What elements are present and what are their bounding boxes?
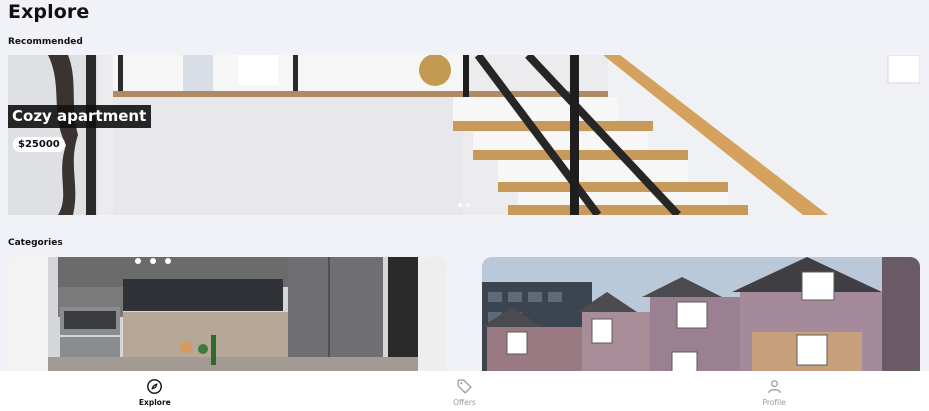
section-label-categories: Categories <box>8 238 63 248</box>
section-label-recommended: Recommended <box>8 37 83 47</box>
nav-profile[interactable]: Profile <box>714 378 834 407</box>
category-card-kitchen[interactable] <box>8 257 446 373</box>
bottom-nav: Explore Offers Profile <box>0 371 929 411</box>
listing-title: Cozy apartment <box>8 105 152 128</box>
recommended-card[interactable]: Cozy apartment $25000 <box>8 55 920 215</box>
nav-offers[interactable]: Offers <box>404 378 524 407</box>
page-title: Explore <box>8 1 90 23</box>
nav-label: Offers <box>453 398 476 407</box>
carousel-dot[interactable] <box>466 203 470 207</box>
tag-icon <box>457 379 472 394</box>
nav-label: Explore <box>138 398 171 407</box>
kitchen-photo <box>8 257 446 373</box>
townhouses-photo <box>482 257 920 373</box>
category-card-townhouses[interactable] <box>482 257 920 373</box>
nav-label: Profile <box>762 398 786 407</box>
compass-icon <box>147 379 163 394</box>
stairway-photo <box>8 55 920 215</box>
nav-explore[interactable]: Explore <box>95 378 215 407</box>
user-icon <box>767 380 781 394</box>
listing-price: $25000 <box>13 137 65 152</box>
carousel-dots[interactable] <box>458 203 470 207</box>
carousel-dot[interactable] <box>458 203 462 207</box>
